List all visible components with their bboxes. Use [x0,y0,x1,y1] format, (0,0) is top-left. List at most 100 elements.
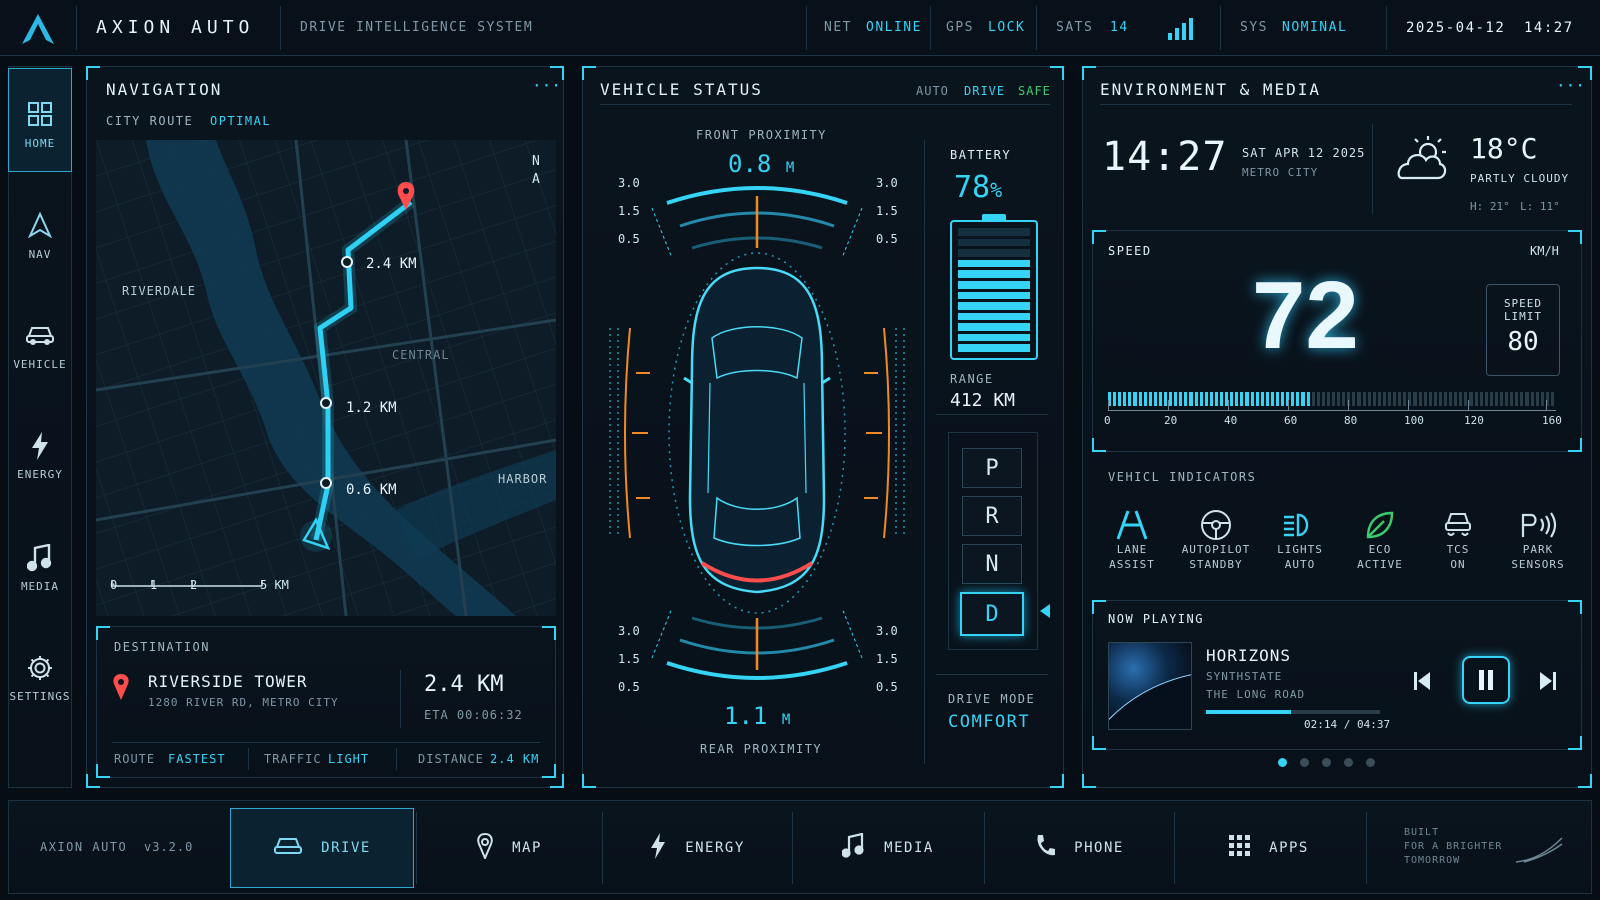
indicator-lane-assist[interactable]: LANE ASSIST [1092,508,1172,572]
speed-scale-label: 120 [1464,414,1484,427]
pause-button[interactable] [1462,656,1510,704]
previous-track-button[interactable] [1412,672,1432,694]
rear-scale-right: 0.5 [876,680,898,694]
sats-count: 14 [1110,20,1129,35]
tab-phone[interactable]: PHONE [984,806,1174,890]
map-scale-tick: 0 [110,578,118,592]
indicator-line2: ACTIVE [1357,558,1403,571]
indicator-line1: LIGHTS [1277,543,1323,556]
speed-scale-tick [1228,400,1229,410]
tab-energy[interactable]: ENERGY [602,806,792,890]
steering-wheel-icon [1176,508,1256,542]
tab-apps[interactable]: APPS [1174,806,1364,890]
speed-bar-segment [1525,392,1529,406]
speed-bar-segment [1281,392,1285,406]
sidebar-item-label: VEHICLE [13,358,67,371]
indicator-tcs[interactable]: TCS ON [1418,508,1498,572]
car-icon [273,835,303,861]
gear-r-button[interactable]: R [962,496,1022,536]
speed-bar-segment [1311,392,1315,406]
speed-bar-segment [1510,392,1514,406]
sidebar-item-home[interactable]: HOME [8,68,72,172]
tab-label: APPS [1269,840,1309,856]
range-value: 412 KM [950,390,1016,411]
indicator-park-sensors[interactable]: PARK SENSORS [1498,508,1578,572]
tab-label: ENERGY [685,840,745,856]
speed-bar-segment [1479,392,1483,406]
destination-name: RIVERSIDE TOWER [148,672,308,691]
district-label: RIVERDALE [122,284,197,298]
speed-bar-segment [1398,392,1402,406]
map-view[interactable] [96,140,556,616]
tab-map[interactable]: MAP [416,806,602,890]
speed-bar-segment [1128,392,1132,406]
speed-bar-segment [1352,392,1356,406]
page-indicator [1278,758,1375,767]
speed-bar-segment [1382,392,1386,406]
speed-bar-segment [1433,392,1437,406]
axion-logo-icon[interactable] [20,12,56,46]
track-progress[interactable] [1206,710,1380,714]
district-label: CENTRAL [392,348,450,362]
speed-bar-segment [1123,392,1127,406]
tab-media[interactable]: MEDIA [792,806,984,890]
gear-icon [8,654,72,684]
sidebar-item-media[interactable]: MEDIA [8,512,72,616]
battery-percent: 78 [954,170,991,205]
speed-bar-segment [1337,392,1341,406]
track-time: 02:14 / 04:37 [1304,718,1391,731]
indicator-line1: AUTOPILOT [1181,543,1251,556]
sidebar-item-settings[interactable]: SETTINGS [8,622,72,726]
tab-drive[interactable]: DRIVE [230,808,414,888]
front-scale-right: 3.0 [876,176,898,190]
next-track-button[interactable] [1538,672,1558,694]
destination-distance: 2.4 KM [424,672,504,697]
indicator-line1: LANE [1116,543,1148,556]
battery-gauge [950,214,1038,360]
page-dot[interactable] [1278,758,1287,767]
speed-label: SPEED [1108,244,1152,258]
page-dot[interactable] [1300,758,1309,767]
front-scale-left: 1.5 [618,204,640,218]
sidebar-item-nav[interactable]: NAV [8,180,72,284]
gear-d-button[interactable]: D [960,592,1024,636]
gear-n-button[interactable]: N [962,544,1022,584]
environment-more-button[interactable]: ··· [1556,76,1585,95]
speed-bar-segment [1377,392,1381,406]
sidebar-item-energy[interactable]: ENERGY [8,400,72,504]
speed-bar-segment [1530,392,1534,406]
speed-bar-segment [1113,392,1117,406]
indicator-autopilot[interactable]: AUTOPILOT STANDBY [1176,508,1256,572]
indicator-lights[interactable]: LIGHTS AUTO [1260,508,1340,572]
album-art [1108,642,1192,730]
indicator-line2: STANDBY [1189,558,1243,571]
indicator-eco[interactable]: ECO ACTIVE [1340,508,1420,572]
tagline-line: BUILT [1404,827,1440,838]
speed-bar-segment [1332,392,1336,406]
gps-label: GPS [946,20,974,35]
gear-p-button[interactable]: P [962,448,1022,488]
speed-bar-segment [1138,392,1142,406]
speed-scale-tick [1468,400,1469,410]
weather-condition: PARTLY CLOUDY [1470,172,1570,185]
page-dot[interactable] [1322,758,1331,767]
speed-bar-segment [1265,392,1269,406]
battery-cell [958,323,1030,331]
drive-mode-value[interactable]: COMFORT [948,712,1030,732]
speed-value: 72 [1252,262,1359,369]
speed-bar-segment [1184,392,1188,406]
battery-value: 78% [954,170,1002,205]
bottom-brand: AXION AUTO [40,840,128,854]
now-playing-label: NOW PLAYING [1108,612,1204,626]
sidebar-item-label: ENERGY [17,468,63,481]
battery-cell [958,259,1030,268]
speed-bar-segment [1413,392,1417,406]
speed-scale-tick [1408,400,1409,410]
page-dot[interactable] [1366,758,1375,767]
top-status-bar: AXION AUTO DRIVE INTELLIGENCE SYSTEM NET… [0,0,1600,56]
page-dot[interactable] [1344,758,1353,767]
sidebar-item-vehicle[interactable]: VEHICLE [8,290,72,394]
speed-limit-sign: SPEED LIMIT 80 [1486,284,1560,376]
navigation-more-button[interactable]: ··· [532,76,561,95]
front-scale-left: 3.0 [618,176,640,190]
